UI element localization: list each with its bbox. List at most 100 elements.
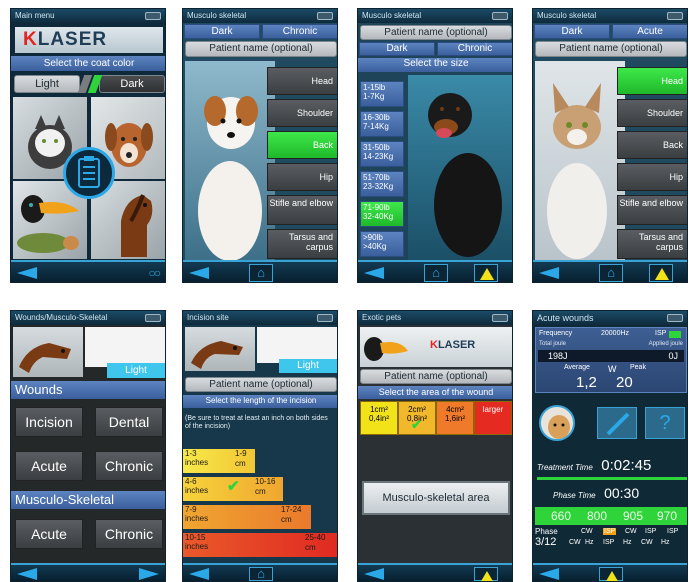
area-shoulder[interactable]: Shoulder: [617, 99, 687, 127]
horse-icon: [191, 341, 243, 369]
treatment-time: Treatment Time 0:02:45: [537, 457, 687, 475]
wound-chronic-button[interactable]: Chronic: [95, 451, 163, 481]
tab-acute[interactable]: Acute: [612, 24, 687, 39]
size-kg: 23-32Kg: [363, 182, 394, 192]
light-button[interactable]: Light: [14, 75, 80, 93]
area-cell-2[interactable]: 2cm² 0,8in² ✔: [398, 401, 436, 435]
back-arrow-icon[interactable]: [189, 568, 209, 580]
size-1[interactable]: 1-15lb 1-7Kg: [360, 81, 404, 107]
back-arrow-icon[interactable]: [189, 267, 209, 279]
light-label[interactable]: Light: [279, 359, 337, 373]
area-hip[interactable]: Hip: [267, 163, 337, 191]
length-row-3[interactable]: 7-9 17-24 inches cm: [183, 505, 311, 529]
battery-icon: [492, 12, 508, 20]
size-6[interactable]: >90lb >40Kg: [360, 231, 404, 257]
musculo-chronic-button[interactable]: Chronic: [95, 519, 163, 549]
warning-icon[interactable]: [599, 567, 623, 581]
help-button[interactable]: ?: [645, 407, 685, 439]
home-icon[interactable]: ⌂: [249, 567, 273, 581]
area-cell-4[interactable]: larger: [474, 401, 512, 435]
forward-arrow-icon[interactable]: [139, 568, 159, 580]
home-icon[interactable]: ⌂: [424, 264, 448, 282]
warning-icon[interactable]: [474, 567, 498, 581]
length-row-1[interactable]: 1-3 1-9 inches cm: [183, 449, 255, 473]
rottweiler-icon: [428, 93, 502, 257]
back-arrow-icon[interactable]: [539, 267, 559, 279]
area-tarsus-carpus[interactable]: Tarsus and carpus: [267, 229, 337, 259]
tab-dark[interactable]: Dark: [184, 24, 260, 39]
area-stifle-elbow[interactable]: Stifle and elbow: [617, 195, 687, 225]
wound-acute-button[interactable]: Acute: [15, 451, 83, 481]
area-cells: 1cm² 0,4in² 2cm² 0,8in² ✔ 4cm² 1,6in² larger: [360, 401, 512, 435]
patient-name-input[interactable]: Patient name (optional): [360, 25, 512, 40]
handpiece-button[interactable]: [597, 407, 637, 439]
warning-icon[interactable]: [474, 264, 498, 282]
area-stifle-elbow[interactable]: Stifle and elbow: [267, 195, 337, 225]
back-arrow-icon[interactable]: [364, 568, 384, 580]
frequency-row: Frequency 20000Hz ISP: [539, 330, 685, 340]
light-label[interactable]: Light: [107, 363, 165, 378]
tab-dark[interactable]: Dark: [359, 42, 435, 56]
home-icon[interactable]: ⌂: [249, 264, 273, 282]
dark-button[interactable]: Dark: [99, 75, 165, 93]
size-4[interactable]: 51-70lb 23-32Kg: [360, 171, 404, 197]
area-tarsus-carpus[interactable]: Tarsus and carpus: [617, 229, 687, 259]
bottom-nav: [11, 563, 165, 581]
jack-russell-icon: [198, 96, 262, 261]
musculo-area-button[interactable]: Musculo-skeletal area: [362, 481, 510, 515]
tab-dark[interactable]: Dark: [534, 24, 610, 39]
average-label: Average: [564, 364, 590, 371]
incision-button[interactable]: Incision: [15, 407, 83, 437]
patient-name-input[interactable]: Patient name (optional): [360, 369, 512, 384]
home-icon[interactable]: ⌂: [599, 264, 623, 282]
warning-icon[interactable]: [649, 264, 673, 282]
area-head[interactable]: Head: [267, 67, 337, 95]
battery-icon: [667, 314, 683, 322]
size-kg: >40Kg: [363, 242, 387, 252]
length-row-2[interactable]: 4-6 10-16 inches cm ✔: [183, 477, 283, 501]
total-joule-value: 198J: [548, 351, 568, 361]
patient-name-input[interactable]: Patient name (optional): [535, 41, 687, 57]
length-row-4[interactable]: 10-15 25-40 inches cm: [183, 533, 337, 557]
size-lb: 1-15lb: [363, 83, 386, 92]
musculo-acute-button[interactable]: Acute: [15, 519, 83, 549]
patient-name-input[interactable]: Patient name (optional): [185, 41, 337, 57]
screen-title: Exotic pets: [362, 313, 402, 322]
size-5[interactable]: 71-90lb 32-40Kg: [360, 201, 404, 227]
size-3[interactable]: 31-50lb 14-23Kg: [360, 141, 404, 167]
logo: KLASER: [430, 339, 475, 351]
back-arrow-icon[interactable]: [364, 267, 384, 279]
average-value: 1,2: [576, 374, 597, 391]
area-back[interactable]: Back: [267, 131, 337, 159]
area-back[interactable]: Back: [617, 131, 687, 159]
area-hip[interactable]: Hip: [617, 163, 687, 191]
screen-acute-wounds: Acute wounds Frequency 20000Hz ISP Total…: [532, 310, 688, 582]
area-cell-3[interactable]: 4cm² 1,6in²: [436, 401, 474, 435]
patient-name-input[interactable]: Patient name (optional): [185, 377, 337, 392]
watt-label: W: [608, 364, 617, 374]
back-arrow-icon[interactable]: [17, 568, 37, 580]
row-cm: 25-40: [305, 533, 326, 542]
area-cell-1[interactable]: 1cm² 0,4in²: [360, 401, 398, 435]
tab-chronic[interactable]: Chronic: [262, 24, 337, 39]
back-arrow-icon[interactable]: [17, 267, 37, 279]
row-inch-unit: inches: [185, 541, 209, 551]
area-shoulder[interactable]: Shoulder: [267, 99, 337, 127]
settings-circles-icon[interactable]: ○○: [149, 266, 161, 280]
mode-top-1: CW: [581, 528, 593, 535]
phase-counter: Phase 3/12: [535, 527, 565, 557]
row-inch-unit: inches: [185, 513, 209, 523]
joule-values: 198J 0J: [538, 350, 684, 362]
clipboard-button[interactable]: [63, 147, 115, 199]
back-arrow-icon[interactable]: [539, 568, 559, 580]
wavelength-1: 660: [551, 509, 572, 523]
size-2[interactable]: 16-30lb 7-14Kg: [360, 111, 404, 137]
area-head[interactable]: Head: [617, 67, 687, 95]
battery-icon: [145, 12, 161, 20]
rottweiler-photo: [408, 75, 512, 261]
mode-grid: CW ISP CW ISP ISP CW Hz ISP Hz CW Hz: [567, 527, 687, 553]
tab-chronic[interactable]: Chronic: [437, 42, 512, 56]
dental-button[interactable]: Dental: [95, 407, 163, 437]
handpiece-icon: [606, 412, 630, 436]
mode-bottom-6: Hz: [661, 539, 670, 546]
